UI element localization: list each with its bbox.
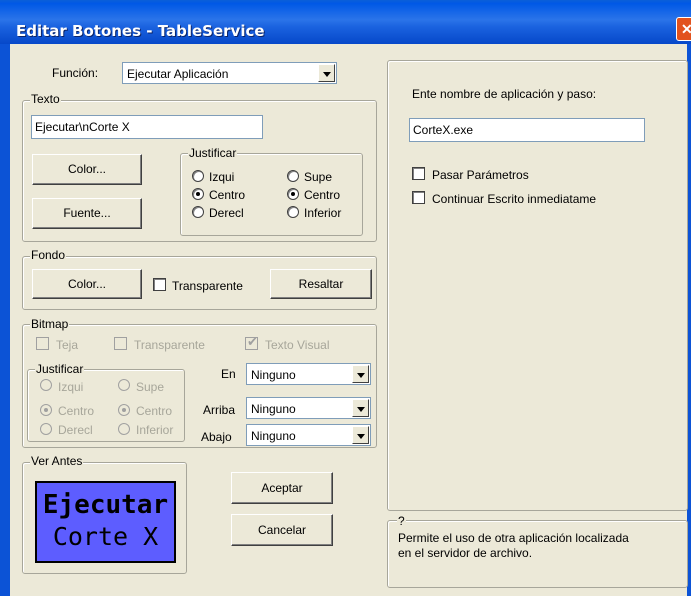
chevron-down-icon[interactable] — [318, 64, 335, 82]
abajo-select[interactable]: Ninguno — [246, 424, 371, 446]
fondo-transparente-label: Transparente — [172, 279, 243, 293]
preview-line-1: Ejecutar — [42, 490, 169, 520]
bitmap-transparente-checkbox[interactable] — [114, 337, 127, 350]
fondo-transparente-checkbox[interactable] — [153, 278, 166, 291]
help-text-line-2: en el servidor de archivo. — [398, 546, 533, 560]
bitmap-justificar-label: Justificar — [35, 362, 85, 376]
bitmap-justify-top-radio[interactable] — [118, 379, 130, 391]
texto-justify-left-label: Izqui — [209, 170, 235, 184]
close-button[interactable]: ✕ — [676, 17, 691, 41]
bitmap-justify-left-label: Izqui — [58, 380, 84, 394]
fondo-group-label: Fondo — [30, 248, 67, 262]
bitmap-justify-bottom-label: Inferior — [136, 423, 174, 437]
continuar-escrito-label: Continuar Escrito inmediatame — [432, 192, 597, 206]
help-text-line-1: Permite el uso de otra aplicación locali… — [398, 531, 629, 545]
app-prompt-label: Ente nombre de aplicación y paso: — [412, 87, 597, 101]
arriba-select-value: Ninguno — [251, 402, 296, 416]
bitmap-justify-center-label: Centro — [58, 404, 95, 418]
dialog-window: Editar Botones - TableService ✕ Función:… — [0, 0, 691, 596]
bitmap-justify-left-radio[interactable] — [40, 379, 52, 391]
button-preview: Ejecutar Corte X — [35, 481, 176, 563]
chevron-down-icon[interactable] — [352, 426, 369, 444]
texto-group-label: Texto — [30, 92, 61, 106]
arriba-select[interactable]: Ninguno — [246, 397, 371, 419]
window-frame-left — [0, 44, 10, 596]
texto-input[interactable]: Ejecutar\nCorte X — [31, 115, 263, 139]
texto-justify-bottom-radio[interactable] — [287, 206, 299, 218]
pasar-parametros-label: Pasar Parámetros — [432, 168, 529, 182]
funcion-label: Función: — [52, 66, 99, 80]
texto-justify-middle-radio[interactable] — [287, 188, 299, 200]
texto-justify-top-radio[interactable] — [287, 170, 299, 182]
funcion-select[interactable]: Ejecutar Aplicación — [122, 62, 337, 84]
bitmap-justify-bottom-radio[interactable] — [118, 423, 130, 435]
chevron-down-icon[interactable] — [352, 365, 369, 383]
teja-label: Teja — [56, 338, 79, 352]
chevron-down-icon[interactable] — [352, 399, 369, 417]
app-name-input[interactable]: CorteX.exe — [409, 118, 645, 142]
texto-visual-checkbox[interactable]: ✔ — [245, 334, 258, 350]
help-label: ? — [397, 514, 406, 528]
abajo-label: Abajo — [201, 430, 232, 444]
bitmap-transparente-label: Transparente — [134, 338, 205, 352]
texto-justify-top-label: Supe — [304, 170, 333, 184]
ver-antes-group-label: Ver Antes — [30, 454, 84, 468]
en-label: En — [221, 367, 236, 381]
texto-justify-left-radio[interactable] — [192, 170, 204, 182]
pasar-parametros-checkbox[interactable] — [412, 167, 425, 180]
teja-checkbox[interactable] — [36, 337, 49, 350]
bitmap-justify-middle-label: Centro — [136, 404, 173, 418]
texto-justify-center-label: Centro — [209, 188, 246, 202]
abajo-select-value: Ninguno — [251, 429, 296, 443]
texto-justify-bottom-label: Inferior — [304, 206, 342, 220]
close-icon: ✕ — [681, 21, 691, 37]
bitmap-justify-middle-radio[interactable] — [118, 404, 130, 416]
title-bar[interactable]: Editar Botones - TableService ✕ — [0, 0, 691, 44]
bitmap-group-label: Bitmap — [30, 317, 70, 331]
texto-color-button[interactable]: Color... — [32, 154, 142, 185]
bitmap-justify-right-label: Derecl — [58, 423, 93, 437]
funcion-select-value: Ejecutar Aplicación — [127, 67, 229, 81]
resaltar-button[interactable]: Resaltar — [270, 269, 372, 299]
texto-justify-right-label: Derecl — [209, 206, 244, 220]
window-title: Editar Botones - TableService — [16, 22, 265, 40]
cancelar-button[interactable]: Cancelar — [231, 514, 333, 546]
bitmap-justify-right-radio[interactable] — [40, 423, 52, 435]
texto-font-button[interactable]: Fuente... — [32, 198, 142, 229]
texto-justify-center-radio[interactable] — [192, 188, 204, 200]
continuar-escrito-checkbox[interactable] — [412, 191, 425, 204]
arriba-label: Arriba — [203, 403, 236, 417]
checkmark-icon: ✔ — [247, 334, 258, 349]
bitmap-justify-center-radio[interactable] — [40, 404, 52, 416]
en-select-value: Ninguno — [251, 368, 296, 382]
fondo-color-button[interactable]: Color... — [32, 269, 142, 299]
aceptar-button[interactable]: Aceptar — [231, 472, 333, 504]
en-select[interactable]: Ninguno — [246, 363, 371, 385]
bitmap-justify-top-label: Supe — [136, 380, 165, 394]
texto-visual-label: Texto Visual — [265, 338, 330, 352]
texto-justify-middle-label: Centro — [304, 188, 341, 202]
preview-line-2: Corte X — [52, 522, 159, 551]
texto-justificar-label: Justificar — [188, 146, 238, 160]
texto-justify-right-radio[interactable] — [192, 206, 204, 218]
